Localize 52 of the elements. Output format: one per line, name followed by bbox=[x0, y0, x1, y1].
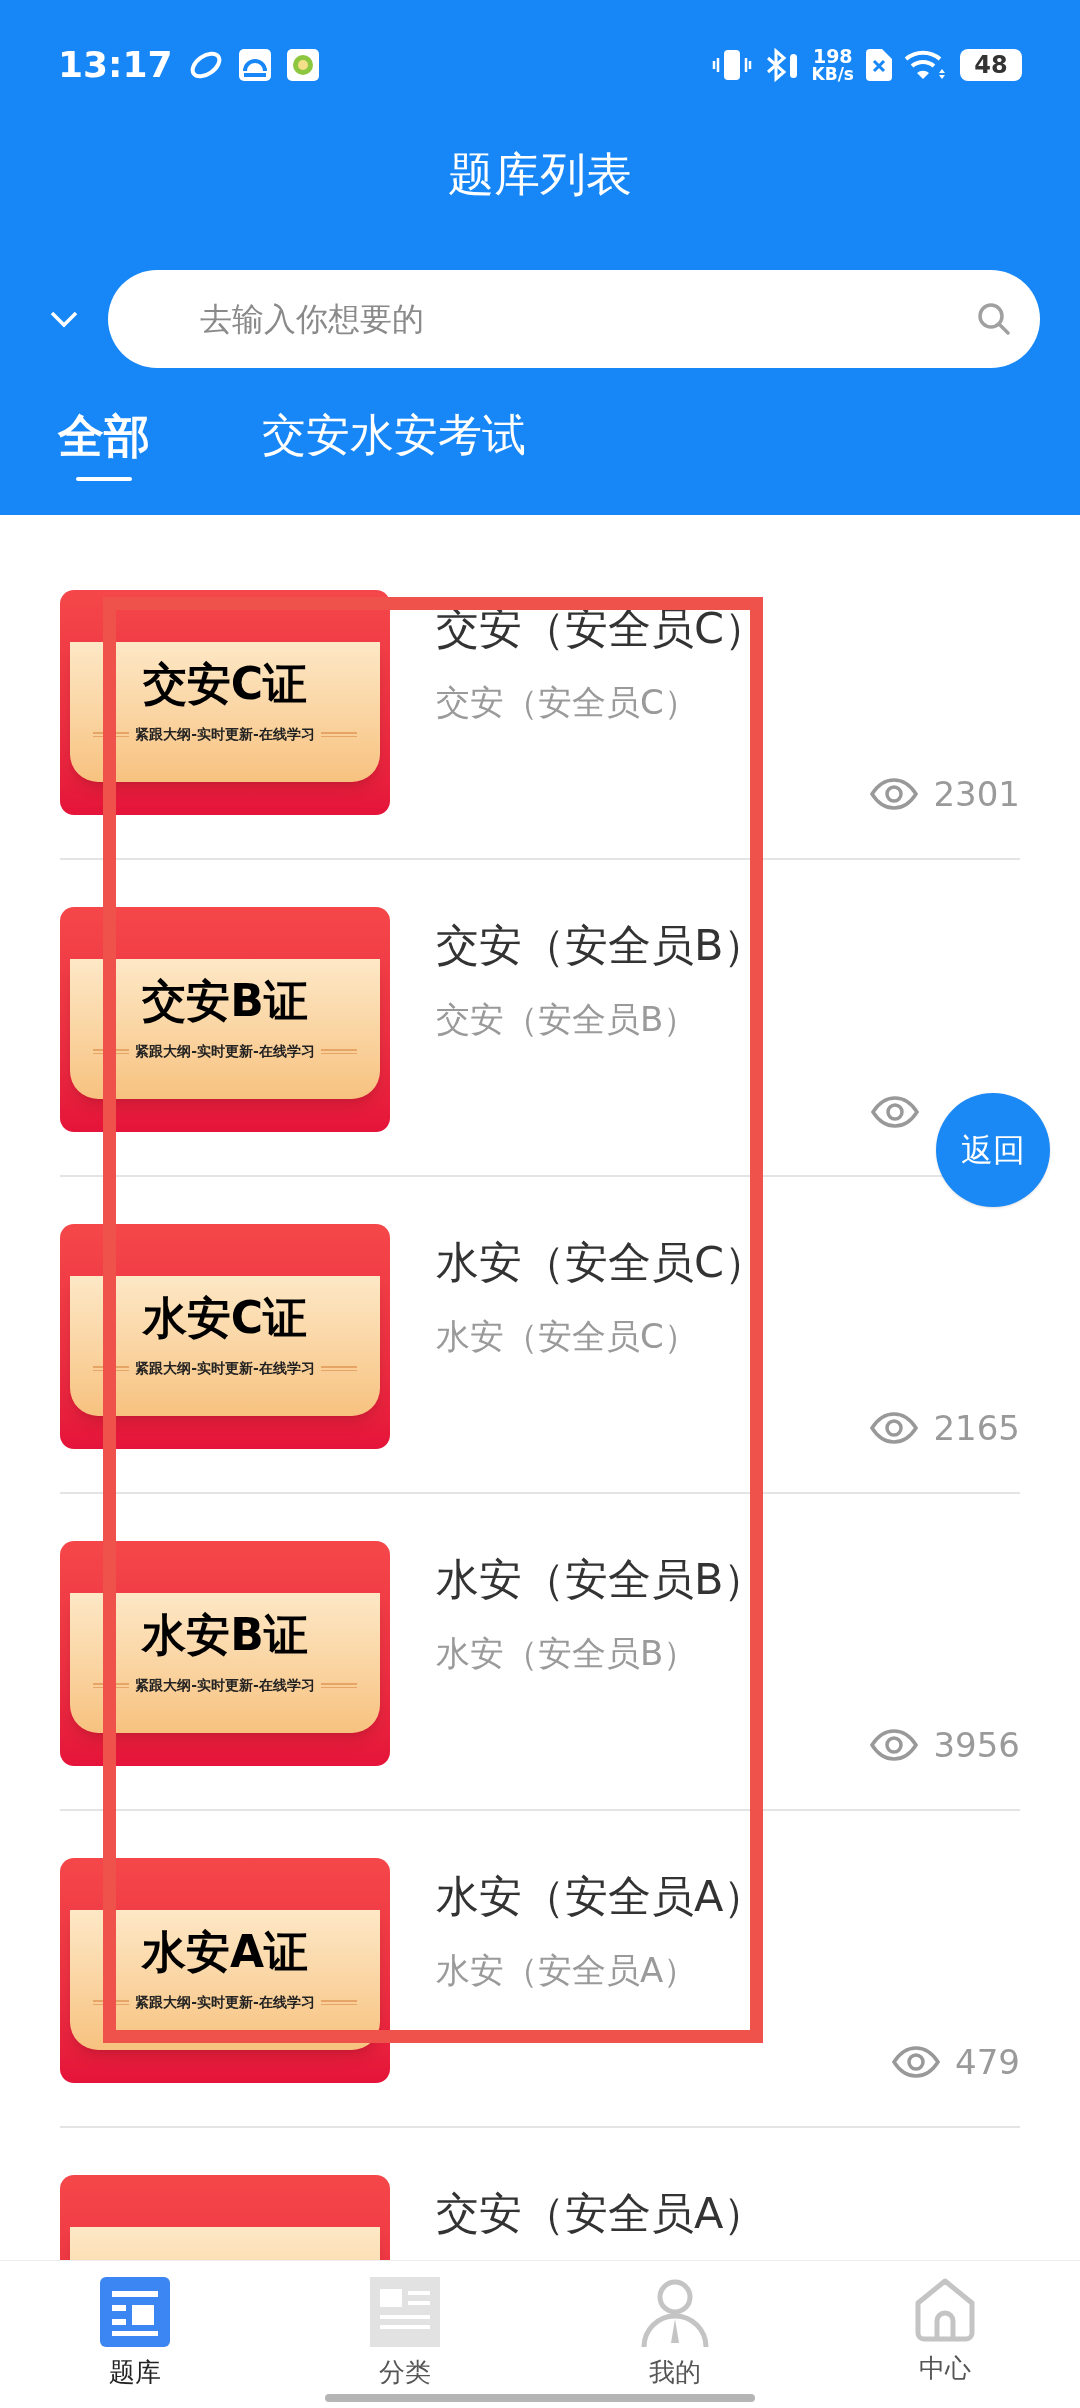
banner-heading: 水安C证 bbox=[142, 1291, 308, 1345]
clock-time: 13:17 bbox=[58, 43, 173, 87]
nav-tab[interactable]: 题库 bbox=[0, 2261, 270, 2408]
eye-icon bbox=[870, 1096, 920, 1128]
course-subtitle: 水安（安全员C） bbox=[436, 1315, 699, 1358]
category-tab[interactable]: 全部 bbox=[58, 402, 150, 481]
eye-icon bbox=[869, 1729, 920, 1761]
banner-tagline: 紧跟大纲-实时更新-在线学习 bbox=[135, 725, 315, 744]
course-title[interactable]: 交安（安全员B） bbox=[436, 917, 1020, 973]
banner-tagline: 紧跟大纲-实时更新-在线学习 bbox=[135, 1359, 315, 1378]
view-count: 3956 bbox=[933, 1728, 1020, 1762]
eye-icon bbox=[869, 1412, 920, 1444]
view-count: 2301 bbox=[933, 777, 1020, 811]
nav-tab[interactable]: 我的 bbox=[540, 2261, 810, 2408]
vibrate-icon bbox=[711, 48, 752, 82]
document-icon bbox=[370, 2277, 440, 2347]
app-icon bbox=[286, 49, 319, 81]
course-title[interactable]: 水安（安全员A） bbox=[436, 1868, 1020, 1924]
banner-heading: 水安B证 bbox=[142, 1608, 308, 1662]
list-icon bbox=[100, 2277, 170, 2347]
view-count: 2165 bbox=[933, 1411, 1020, 1445]
course-subtitle: 水安（安全员B） bbox=[436, 1632, 699, 1675]
banner-tagline: 紧跟大纲-实时更新-在线学习 bbox=[135, 1042, 315, 1061]
battery-level: 48 bbox=[974, 53, 1008, 77]
page-title: 题库列表 bbox=[448, 145, 632, 203]
app-icon bbox=[238, 49, 271, 81]
banner-tagline: 紧跟大纲-实时更新-在线学习 bbox=[135, 1993, 315, 2012]
banner-heading: 交安C证 bbox=[142, 657, 308, 711]
sim-card-icon bbox=[866, 49, 892, 81]
search-icon bbox=[976, 301, 1012, 337]
view-count: 479 bbox=[955, 2045, 1020, 2079]
eye-icon bbox=[869, 778, 920, 810]
course-subtitle: 水安（安全员A） bbox=[436, 1949, 699, 1992]
course-title[interactable]: 水安（安全员C） bbox=[436, 1234, 1020, 1290]
course-subtitle: 交安（安全员C） bbox=[436, 681, 699, 724]
home-icon bbox=[914, 2277, 976, 2343]
course-title[interactable]: 水安（安全员B） bbox=[436, 1551, 1020, 1607]
network-speed: 198 bbox=[812, 47, 853, 66]
chevron-down-icon[interactable] bbox=[48, 309, 80, 329]
category-tab[interactable]: 交安水安考试 bbox=[262, 402, 526, 478]
banner-tagline: 紧跟大纲-实时更新-在线学习 bbox=[135, 1676, 315, 1695]
return-button[interactable]: 返回 bbox=[936, 1093, 1050, 1207]
network-speed-unit: KB/s bbox=[811, 66, 854, 83]
wifi-icon bbox=[904, 49, 948, 81]
nav-tab[interactable]: 中心 bbox=[810, 2261, 1080, 2408]
banner-heading: 水安A证 bbox=[141, 1925, 309, 1979]
eye-icon bbox=[891, 2046, 942, 2078]
course-subtitle: 交安（安全员B） bbox=[436, 998, 699, 1041]
search-field[interactable]: 去输入你想要的 bbox=[108, 270, 1040, 368]
person-icon bbox=[640, 2277, 710, 2347]
course-title[interactable]: 交安（安全员A） bbox=[436, 2185, 1020, 2241]
banner-heading: 交安B证 bbox=[142, 974, 308, 1028]
